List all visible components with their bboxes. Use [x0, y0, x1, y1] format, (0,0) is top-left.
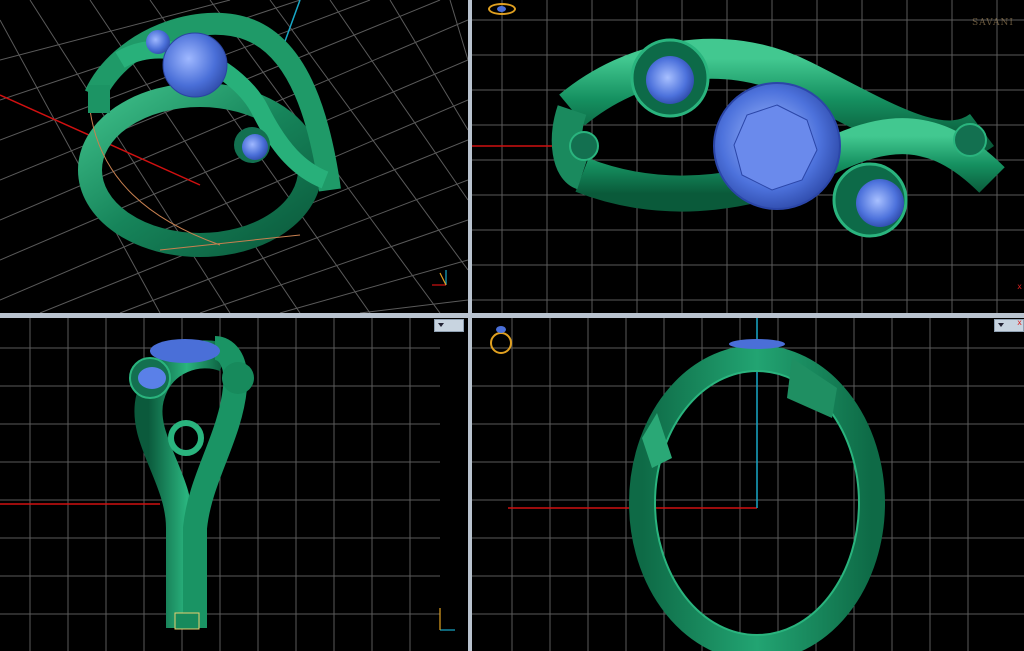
viewport-menu-button[interactable]	[434, 319, 464, 332]
accent-stone-left	[146, 30, 170, 54]
perspective-canvas	[0, 0, 468, 313]
center-stone	[729, 339, 785, 349]
axis-indicator	[432, 270, 447, 286]
viewport-front[interactable]	[0, 318, 468, 651]
chevron-down-icon	[998, 323, 1004, 327]
ring-model-perspective	[78, 12, 341, 257]
accent-stone-right	[242, 134, 268, 160]
watermark-logo: SAVANI	[971, 18, 1014, 28]
ring-model-front	[129, 336, 254, 630]
viewport-divider-horizontal[interactable]	[0, 313, 1024, 318]
viewport-perspective[interactable]	[0, 0, 468, 313]
center-stone	[150, 339, 220, 363]
x-axis-label: x	[1017, 282, 1022, 291]
x-axis-label: x	[1017, 318, 1022, 327]
scroll-gutter	[440, 318, 468, 651]
chevron-down-icon	[438, 323, 444, 327]
viewport-side[interactable]: x	[472, 318, 1024, 651]
accent-stone-left	[646, 56, 694, 104]
viewport-top[interactable]: SAVANI x	[472, 0, 1024, 313]
ring-icon[interactable]	[488, 3, 516, 15]
top-canvas	[472, 0, 1024, 313]
side-canvas	[472, 318, 1024, 651]
front-canvas	[0, 318, 468, 651]
accent-stone	[138, 367, 166, 389]
viewport-divider-vertical[interactable]	[468, 0, 472, 651]
center-stone	[162, 32, 228, 98]
ring-icon[interactable]	[490, 326, 512, 354]
accent-stone-right	[856, 179, 904, 227]
perspective-grid	[0, 0, 468, 313]
ring-model-top	[551, 38, 1005, 238]
